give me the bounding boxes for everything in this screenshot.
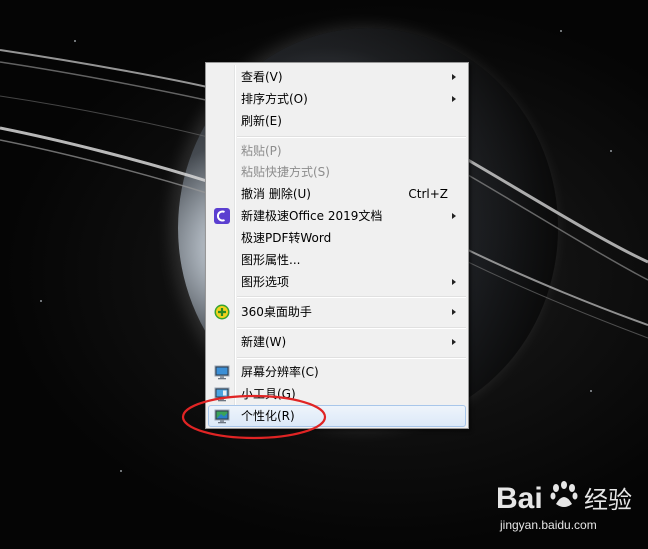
menu-separator [237, 136, 466, 138]
submenu-arrow-icon [452, 74, 456, 80]
menu-item-personalize[interactable]: 个性化(R) [208, 405, 466, 427]
svg-text:经验: 经验 [584, 486, 632, 514]
baidu-jingyan-logo: Bai 经验 [496, 481, 632, 515]
menu-item-paste[interactable]: 粘贴(P) [208, 140, 466, 162]
menu-item-graphics-properties[interactable]: 图形属性... [208, 249, 466, 271]
menu-item-refresh[interactable]: 刷新(E) [208, 110, 466, 132]
shortcut-text: Ctrl+Z [408, 187, 448, 201]
menu-separator [237, 296, 466, 298]
submenu-arrow-icon [452, 213, 456, 219]
menu-separator [237, 357, 466, 359]
submenu-arrow-icon [452, 309, 456, 315]
personalize-icon [214, 409, 230, 424]
menu-item-label: 屏幕分辨率(C) [241, 365, 319, 379]
menu-item-label: 小工具(G) [241, 387, 296, 401]
menu-item-label: 极速PDF转Word [241, 231, 332, 245]
monitor-icon [214, 365, 230, 380]
menu-item-jisu-pdf-to-word[interactable]: 极速PDF转Word [208, 227, 466, 249]
menu-item-new-jisu-office-doc[interactable]: 新建极速Office 2019文档 [208, 205, 466, 227]
menu-item-label: 粘贴(P) [241, 144, 282, 158]
desktop-context-menu: 查看(V) 排序方式(O) 刷新(E) 粘贴(P) 粘贴快捷方式(S) 撤消 删… [205, 62, 469, 429]
menu-item-360-desktop-assistant[interactable]: 360桌面助手 [208, 301, 466, 323]
menu-item-label: 撤消 删除(U) [241, 187, 311, 201]
menu-item-label: 个性化(R) [241, 409, 295, 423]
submenu-arrow-icon [452, 339, 456, 345]
menu-item-screen-resolution[interactable]: 屏幕分辨率(C) [208, 361, 466, 383]
menu-item-label: 粘贴快捷方式(S) [241, 165, 330, 179]
menu-item-label: 新建(W) [241, 335, 287, 349]
gadgets-icon [214, 387, 230, 402]
svg-text:Bai: Bai [496, 482, 543, 515]
menu-item-paste-shortcut[interactable]: 粘贴快捷方式(S) [208, 161, 466, 183]
menu-item-new[interactable]: 新建(W) [208, 331, 466, 353]
jisu-office-icon [214, 208, 230, 224]
menu-item-label: 新建极速Office 2019文档 [241, 209, 383, 223]
menu-item-label: 图形属性... [241, 253, 301, 267]
menu-item-label: 360桌面助手 [241, 305, 312, 319]
menu-item-label: 排序方式(O) [241, 92, 308, 106]
menu-item-sort-by[interactable]: 排序方式(O) [208, 88, 466, 110]
menu-item-label: 图形选项 [241, 275, 290, 289]
menu-item-gadgets[interactable]: 小工具(G) [208, 383, 466, 405]
360-plus-icon [214, 304, 230, 320]
menu-item-view[interactable]: 查看(V) [208, 66, 466, 88]
submenu-arrow-icon [452, 279, 456, 285]
menu-item-graphics-options[interactable]: 图形选项 [208, 271, 466, 293]
menu-item-undo-delete[interactable]: 撤消 删除(U) Ctrl+Z [208, 183, 466, 205]
watermark-url: jingyan.baidu.com [500, 518, 597, 532]
submenu-arrow-icon [452, 96, 456, 102]
menu-separator [237, 327, 466, 329]
menu-item-label: 刷新(E) [241, 114, 282, 128]
menu-item-label: 查看(V) [241, 70, 283, 84]
baidu-jingyan-watermark: Bai 经验 jingyan.baidu.com [496, 474, 646, 544]
